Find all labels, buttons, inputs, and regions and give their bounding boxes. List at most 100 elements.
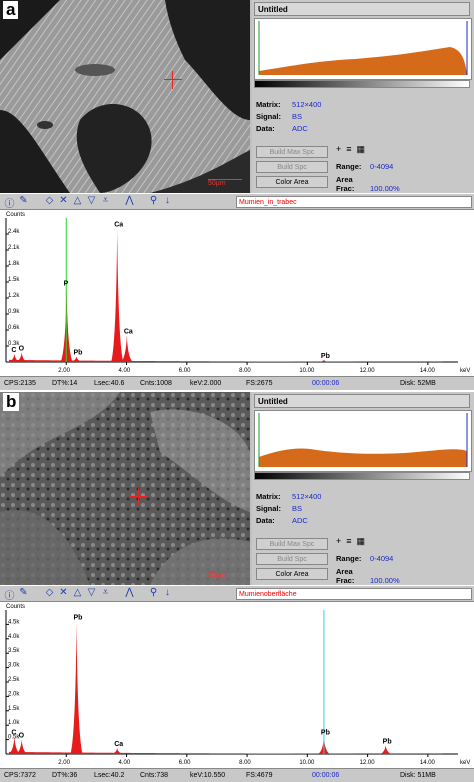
panel-tag-a: a [3,1,19,19]
y-tick-label: 2.4k [8,229,20,235]
plus-icon[interactable]: + ≡ ▦ [336,144,365,155]
spectrum-toolbar-b: ⓘ ✎ ◇ ✕ △ ▽ ⩡ ⋀ ⚲ ↓ Mumienoberfläche [0,585,474,602]
scale-down-icon[interactable]: ⩡ [100,587,111,598]
grayscale-bar-b [254,472,470,480]
build-spc-button-b[interactable]: Build Spc [256,553,328,565]
time-b: 00:00:06 [312,772,340,779]
grayscale-bar-a [254,80,470,88]
x-tick-label: 6.00 [179,368,191,374]
spectrum-toolbar-a: ⓘ ✎ ◇ ✕ △ ▽ ⩡ ⋀ ⚲ ↓ Mumien_in_trabec [0,193,474,210]
download-icon[interactable]: ↓ [162,587,173,598]
y-tick-label: 1.5k [8,706,20,712]
plus-icon[interactable]: + ≡ ▦ [336,536,365,547]
y-tick-label: 3.0k [8,663,20,669]
panel-a: a 50µm Untitled Matrix: 512×400 Signal: BS… [0,0,474,390]
shrink-icon[interactable]: ✕ [58,195,69,206]
x-tick-label: 2.00 [58,760,70,766]
scale-down-icon[interactable]: ⩡ [100,195,111,206]
spectrum-chart-b: Counts 4.5k 4.0k 3.5k 3.0k 2.5k 2.0k 1.5k 1.0k 0.… [0,602,474,768]
x-tick-label: 10.00 [299,760,315,766]
histogram-title-a: Untitled [254,2,470,16]
y-tick-label: 0.6k [8,325,20,331]
info-icon[interactable]: ⓘ [4,587,15,602]
signal-row-a: Signal: BS [256,112,303,121]
counts-label: Counts [6,604,25,610]
x-tick-label: 14.00 [420,368,436,374]
spectrum-peak [111,228,124,362]
peak-icon[interactable]: ⋀ [124,587,135,598]
peak-label: C [11,730,16,737]
data-row-a: Data: ADC [256,124,308,133]
spectrum-label-b[interactable]: Mumienoberfläche [236,588,472,600]
download-icon[interactable]: ↓ [162,195,173,206]
signal-row-b: Signal: BS [256,504,303,513]
x-unit-label: keV [460,368,470,374]
peak-label: Pb [74,615,83,622]
peak-label: Ca [114,222,123,229]
zoom-down-icon[interactable]: ▽ [86,587,97,598]
y-tick-label: 1.8k [8,261,20,267]
zoom-up-icon[interactable]: △ [72,587,83,598]
spectrum-label-a[interactable]: Mumien_in_trabec [236,196,472,208]
expand-icon[interactable]: ◇ [44,195,55,206]
build-spc-button-a[interactable]: Build Spc [256,161,328,173]
lsec-b: Lsec:40.2 [94,772,125,779]
fs-a: FS:2675 [246,380,273,387]
x-tick-label: 8.00 [239,760,251,766]
peak-label: Pb [74,350,83,357]
peak-label: Pb [383,738,392,745]
histogram-panel-a: Untitled Matrix: 512×400 Signal: BS Data: A… [252,0,474,193]
matrix-row-a: Matrix: 512×400 [256,100,322,109]
range-row-b: Range: 0-4094 [336,554,394,563]
build-max-spc-button-a[interactable]: Build Max Spc [256,146,328,158]
spectrum-peak [120,335,133,362]
counts-label: Counts [6,212,25,218]
search-icon[interactable]: ⚲ [148,195,159,206]
search-icon[interactable]: ⚲ [148,587,159,598]
build-max-spc-button-b[interactable]: Build Max Spc [256,538,328,550]
cursor-crosshair-b[interactable] [130,488,148,506]
zoom-down-icon[interactable]: ▽ [86,195,97,206]
cnts-a: Cnts:1008 [140,380,172,387]
color-area-button-a[interactable]: Color Area [256,176,328,188]
edit-icon[interactable]: ✎ [18,195,29,206]
status-bar-a: CPS:2135 DT%:14 Lsec:40.6 Cnts:1008 keV:… [0,376,474,390]
sem-image-a[interactable]: a 50µm [0,0,250,193]
y-tick-label: 1.0k [8,720,20,726]
histogram-title-b: Untitled [254,394,470,408]
matrix-row-b: Matrix: 512×400 [256,492,322,501]
color-area-button-b[interactable]: Color Area [256,568,328,580]
x-tick-label: 2.00 [58,368,70,374]
y-tick-label: 2.0k [8,691,20,697]
spectrum-chart-a: Counts 2.4k 2.1k 1.8k 1.5k 1.2k 0.9k 0.6k 0.3k 2.… [0,210,474,376]
y-tick-label: 0.9k [8,309,20,315]
info-icon[interactable]: ⓘ [4,195,15,210]
histogram-a [254,18,472,80]
data-row-b: Data: ADC [256,516,308,525]
peak-label: P [64,280,69,287]
peak-icon[interactable]: ⋀ [124,195,135,206]
scale-label-a: 50µm [208,180,226,187]
histogram-b [254,410,472,472]
cursor-crosshair-a[interactable] [164,71,182,89]
peak-label: C [11,347,16,354]
lsec-a: Lsec:40.6 [94,380,125,387]
panel-b: b 20µm Untitled Matrix: 512×400 Signal: BS… [0,392,474,782]
cps-a: CPS:2135 [4,380,36,387]
x-tick-label: 4.00 [119,368,131,374]
areafrac-row-b: Area Frac: 100.00% [336,567,400,585]
sem-image-b[interactable]: b 20µm [0,392,250,585]
shrink-icon[interactable]: ✕ [58,587,69,598]
peak-label: O [19,345,25,352]
peak-label: O [19,733,25,740]
scale-bar-a: 50µm [208,179,242,187]
edit-icon[interactable]: ✎ [18,587,29,598]
peak-label: Ca [124,328,133,335]
fs-b: FS:4679 [246,772,273,779]
zoom-up-icon[interactable]: △ [72,195,83,206]
expand-icon[interactable]: ◇ [44,587,55,598]
dt-a: DT%:14 [52,380,78,387]
x-tick-label: 12.00 [360,760,376,766]
spectrum-peak [70,621,83,754]
x-unit-label: keV [460,760,470,766]
